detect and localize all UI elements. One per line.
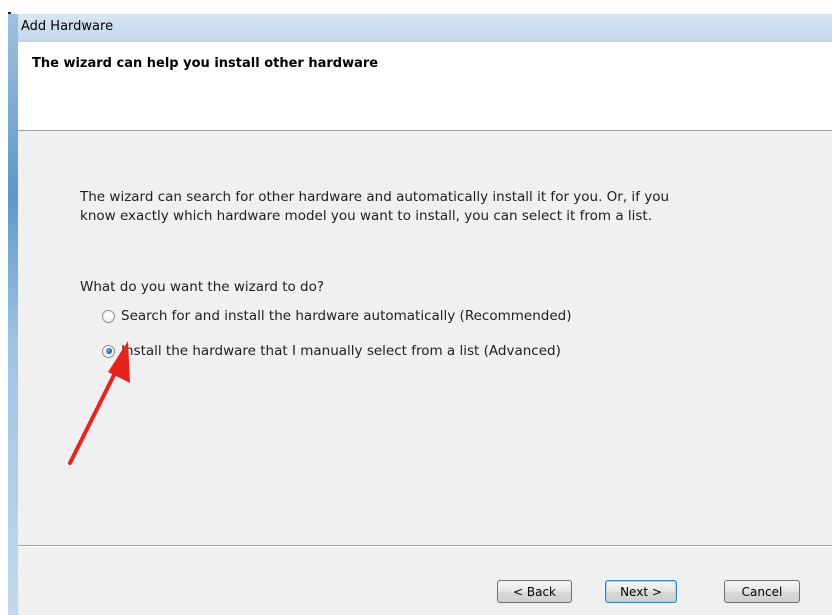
radio-button-unchecked[interactable]	[102, 309, 115, 323]
button-area-separator	[18, 545, 832, 547]
wizard-header: The wizard can help you install other ha…	[18, 42, 832, 131]
radio-option-search-automatically[interactable]: Search for and install the hardware auto…	[102, 308, 571, 324]
add-hardware-window: Add Hardware The wizard can help you ins…	[8, 14, 832, 615]
wizard-client-area: The wizard can help you install other ha…	[18, 42, 832, 615]
radio-option-manual-select[interactable]: Install the hardware that I manually sel…	[102, 343, 561, 359]
back-button[interactable]: < Back	[497, 580, 572, 603]
next-button[interactable]: Next >	[605, 580, 677, 603]
intro-line-1: The wizard can search for other hardware…	[80, 189, 670, 205]
radio-option-label[interactable]: Install the hardware that I manually sel…	[121, 343, 561, 359]
wizard-header-title: The wizard can help you install other ha…	[32, 56, 379, 71]
intro-line-2: know exactly which hardware model you wa…	[80, 208, 653, 224]
radio-option-label[interactable]: Search for and install the hardware auto…	[121, 308, 571, 324]
cancel-button[interactable]: Cancel	[724, 580, 800, 603]
wizard-question: What do you want the wizard to do?	[80, 279, 325, 295]
window-title: Add Hardware	[21, 19, 114, 34]
title-bar[interactable]: Add Hardware	[18, 14, 832, 42]
desktop-background-strip	[8, 14, 18, 615]
red-arrow-icon	[68, 341, 130, 465]
intro-text: The wizard can search for other hardware…	[80, 188, 760, 226]
